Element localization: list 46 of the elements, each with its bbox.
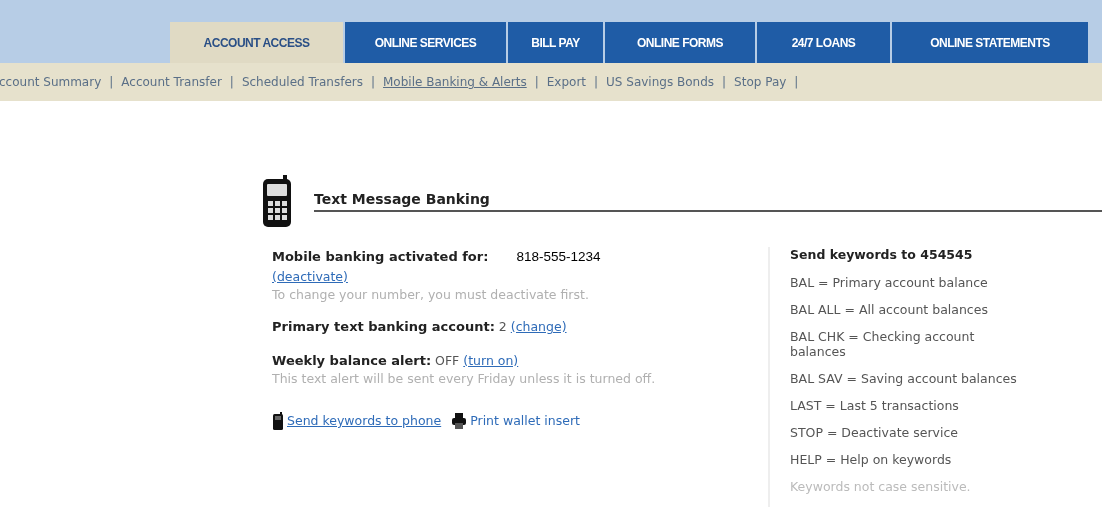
separator: |	[534, 75, 539, 89]
mobile-phone-icon	[262, 175, 292, 227]
nav-tab[interactable]: 24/7 LOANS	[757, 22, 890, 63]
deactivate-link[interactable]: (deactivate)	[272, 269, 348, 284]
subnav-link[interactable]: US Savings Bonds	[606, 75, 715, 89]
hint-text: This text alert will be sent every Friday unless it is turned off.	[272, 371, 657, 387]
field-label: Weekly balance alert:	[272, 353, 432, 368]
keywords-title: Send keywords to 454545	[790, 247, 974, 262]
field-label: Primary text banking account:	[272, 319, 495, 334]
subnav-link[interactable]: Stop Pay	[734, 75, 787, 89]
keyword-text: BAL ALL = All account balances	[790, 302, 989, 317]
nav-tab[interactable]: ONLINE FORMS	[605, 22, 755, 63]
keyword-text: BAL SAV = Saving account balances	[790, 371, 1018, 386]
printer-icon	[451, 412, 468, 430]
separator: |	[594, 75, 599, 89]
action-link[interactable]: Send keywords to phone	[287, 411, 442, 431]
phone-icon	[272, 412, 284, 430]
subnav-link[interactable]: Scheduled Transfers	[241, 75, 363, 89]
keyword-text: LAST = Last 5 transactions	[790, 398, 960, 413]
hint-text: To change your number, you must deactivate first.	[272, 287, 590, 303]
separator: |	[109, 75, 114, 89]
nav-tab[interactable]: ONLINE STATEMENTS	[892, 22, 1088, 63]
field-value: OFF	[435, 353, 460, 368]
separator: |	[794, 75, 799, 89]
field-value: 2	[498, 319, 507, 334]
separator: |	[229, 75, 234, 89]
nav-tab[interactable]: ONLINE SERVICES	[345, 22, 506, 63]
subnav-link[interactable]: ccount Summary	[0, 75, 102, 89]
phone-number: 818-555-1234	[516, 249, 601, 264]
keyword-text: BAL = Primary account balance	[790, 275, 989, 290]
note-text: Keywords not case sensitive.	[790, 479, 972, 494]
keyword-text: HELP = Help on keywords	[790, 452, 953, 467]
subnav-link[interactable]: Mobile Banking & Alerts	[383, 75, 527, 89]
keyword-text: STOP = Deactivate service	[790, 425, 959, 440]
nav-tab[interactable]: BILL PAY	[508, 22, 603, 63]
action-link[interactable]: Print wallet insert	[470, 411, 580, 431]
separator: |	[722, 75, 727, 89]
subnav-link[interactable]: Export	[546, 75, 587, 89]
subnav-link[interactable]: Account Transfer	[121, 75, 222, 89]
section-title: Text Message Banking	[314, 191, 1102, 212]
field-label: Mobile banking activated for:	[272, 249, 489, 264]
separator: |	[370, 75, 375, 89]
keyword-text: BAL CHK = Checking account balances	[790, 329, 976, 359]
nav-tab[interactable]: ACCOUNT ACCESS	[170, 22, 343, 63]
change-link[interactable]: (change)	[510, 319, 567, 334]
turn-on-link[interactable]: (turn on)	[463, 353, 519, 368]
